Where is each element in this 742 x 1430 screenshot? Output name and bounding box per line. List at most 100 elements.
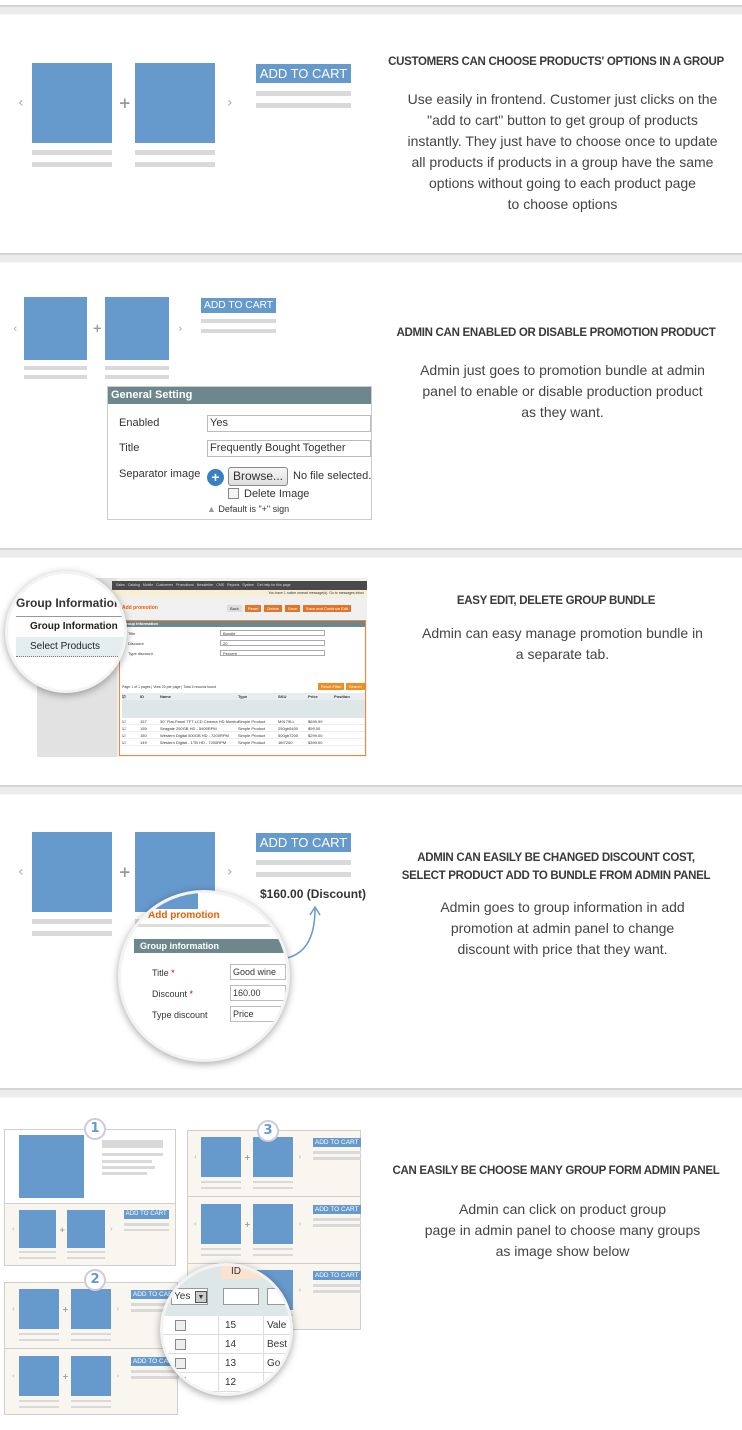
chevron-left-icon[interactable]: ‹ (194, 1153, 197, 1161)
field-input[interactable]: Good wine (230, 964, 286, 980)
product-image (19, 1135, 84, 1198)
chevron-left-icon[interactable]: ‹ (18, 95, 24, 111)
column-header: Price (308, 694, 318, 699)
chevron-right-icon[interactable]: › (299, 1286, 302, 1294)
chevron-left-icon[interactable]: ‹ (18, 864, 24, 880)
chevron-left-icon[interactable]: ‹ (12, 1305, 15, 1313)
product-image (24, 297, 88, 361)
placeholder-line (32, 150, 112, 155)
add-to-cart-button[interactable]: ADD TO CART (123, 1210, 169, 1220)
section-3-text: Admin can easy manage promotion bundle i… (385, 623, 740, 665)
admin-nav-item[interactable]: Catalog (128, 581, 140, 590)
placeholder-line (313, 1157, 361, 1160)
table-cell: 157 (140, 719, 147, 724)
text-line: "add to cart" button to get group of pro… (427, 112, 698, 128)
row-checkbox[interactable] (175, 1358, 186, 1369)
add-to-cart-button[interactable]: ADD TO CART (201, 297, 277, 313)
field-input[interactable]: 20 (220, 640, 325, 646)
required-marker: * (168, 968, 175, 978)
delete-image-checkbox[interactable] (228, 488, 239, 499)
placeholder-line (105, 365, 169, 370)
add-to-cart-button[interactable]: ADD TO CART (313, 1270, 361, 1280)
chevron-left-icon[interactable]: ‹ (13, 322, 17, 335)
plus-icon: + (62, 1304, 69, 1314)
field-input[interactable]: Percent (220, 650, 325, 656)
admin-nav-item[interactable]: CMS (216, 581, 224, 590)
row-checkbox[interactable] (175, 1320, 186, 1331)
row-name: Vale (267, 1320, 287, 1331)
row-checkbox[interactable]: ☑ (122, 739, 140, 745)
placeholder-line (313, 1151, 361, 1154)
browse-button[interactable]: Browse... (228, 467, 288, 486)
chevron-right-icon[interactable]: › (227, 864, 233, 880)
text-line: Use easily in frontend. Customer just cl… (407, 91, 718, 107)
admin-nav: Sales Catalog Mobile Customers Promotions New… (112, 581, 367, 590)
placeholder-line (135, 150, 215, 155)
magnifier-discount: Add promotion Group information Title * G… (118, 890, 290, 1062)
chevron-left-icon[interactable]: ‹ (12, 1372, 15, 1380)
promo-page-title: Add promotion (148, 910, 220, 921)
title-input[interactable]: Frequently Bought Together (207, 440, 371, 457)
row-checkbox[interactable]: ☑ (122, 725, 140, 731)
add-to-cart-button[interactable]: ADD TO CART (313, 1137, 361, 1147)
chevron-right-icon[interactable]: › (299, 1153, 302, 1161)
placeholder-line (32, 931, 112, 936)
chevron-right-icon[interactable]: › (117, 1372, 120, 1380)
field-input[interactable]: 160.00 (230, 985, 286, 1001)
admin-button[interactable]: Save and Continue Edit (303, 605, 352, 612)
placeholder-line (32, 919, 112, 924)
step-number-badge: 3 (257, 1120, 279, 1142)
chevron-right-icon[interactable]: › (178, 322, 182, 335)
chevron-right-icon[interactable]: › (110, 1225, 113, 1233)
dropdown-arrow-icon[interactable]: ▼ (195, 1291, 207, 1303)
placeholder-line (18, 1256, 57, 1259)
divider (218, 1354, 219, 1373)
placeholder-line (24, 375, 88, 380)
tab-select-products[interactable]: Select Products (30, 641, 100, 652)
placeholder-line (123, 1223, 169, 1226)
admin-nav-item[interactable]: System (242, 581, 254, 590)
chevron-right-icon[interactable]: › (117, 1305, 120, 1313)
table-cell: Western Digital - 1TB HD - 7200RPM (160, 740, 227, 745)
divider (218, 1316, 219, 1335)
admin-nav-item[interactable]: Get help for this page (257, 581, 290, 590)
divider (16, 616, 124, 617)
row-checkbox[interactable]: ✓ (175, 1377, 186, 1388)
search-button[interactable]: Search (346, 683, 365, 690)
placeholder-line (18, 1250, 57, 1254)
table-cell: Simple Product (238, 740, 266, 745)
field-input[interactable]: Price (230, 1006, 286, 1022)
chevron-right-icon[interactable]: › (227, 95, 233, 111)
row-id: 15 (225, 1320, 237, 1331)
row-checkbox[interactable] (175, 1339, 186, 1350)
table-row: ☑ 149 Western Digital - 1TB HD - 7200RPM Si… (122, 739, 365, 746)
reset-filter-button[interactable]: Reset Filter (318, 683, 345, 690)
title-label: Title (119, 442, 140, 454)
chevron-left-icon[interactable]: ‹ (12, 1225, 15, 1233)
chevron-right-icon[interactable]: › (299, 1220, 302, 1228)
enabled-select[interactable]: Yes (207, 415, 371, 432)
row-checkbox[interactable]: ☑ (122, 732, 140, 738)
admin-button[interactable]: Back (227, 605, 242, 612)
admin-nav-item[interactable]: Sales (116, 581, 125, 590)
tab-group-information[interactable]: Group Information (30, 621, 118, 632)
admin-nav-item[interactable]: Newsletter (197, 581, 214, 590)
admin-nav-item[interactable]: Mobile (143, 581, 153, 590)
field-input[interactable]: Bundle (220, 630, 325, 636)
admin-nav-item[interactable]: Customers (156, 581, 173, 590)
admin-nav-item[interactable]: Promotions (176, 581, 194, 590)
admin-button[interactable]: Delete (264, 605, 282, 612)
chevron-left-icon[interactable]: ‹ (194, 1220, 197, 1228)
row-checkbox[interactable]: ☑ (122, 718, 140, 724)
field-label: Type discount (128, 651, 153, 656)
general-setting-panel: General Setting Enabled Yes Title Freque… (107, 386, 372, 520)
admin-button[interactable]: Save (284, 605, 301, 612)
add-to-cart-button[interactable]: ADD TO CART (313, 1204, 361, 1214)
select-all-checkbox[interactable]: ☑ (122, 693, 140, 700)
id-filter-input[interactable] (223, 1288, 259, 1305)
name-filter-input[interactable] (267, 1288, 290, 1305)
admin-nav-item[interactable]: Reports (227, 581, 239, 590)
admin-button[interactable]: Reset (244, 605, 262, 612)
add-to-cart-button[interactable]: ADD TO CART (256, 833, 351, 852)
add-to-cart-button[interactable]: ADD TO CART (256, 64, 351, 83)
